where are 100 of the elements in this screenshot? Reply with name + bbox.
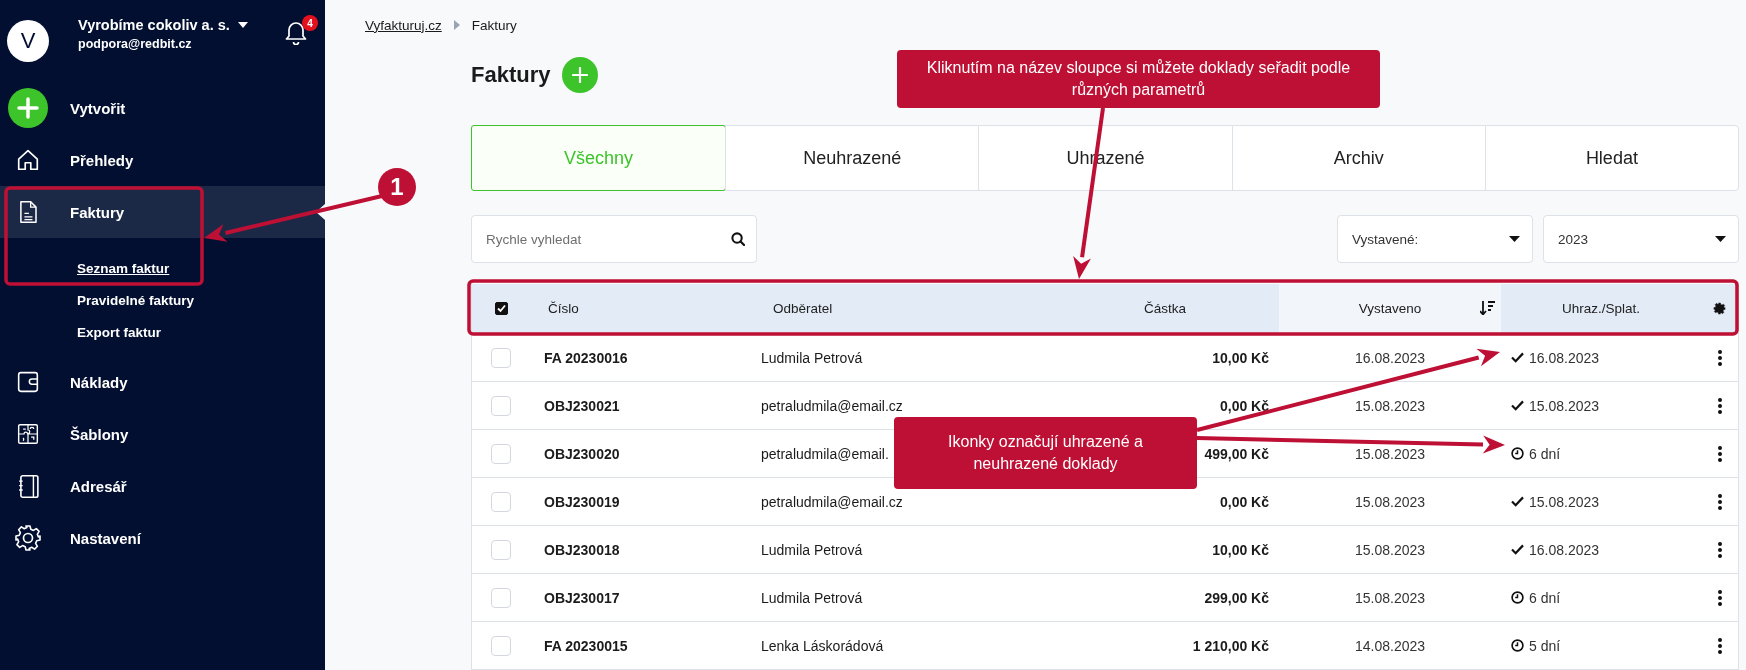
row-checkbox[interactable] [491,443,511,464]
chevron-icon [453,20,460,30]
check-icon [1511,352,1524,363]
table-cell: OBJ230019 [544,493,620,510]
row-checkbox[interactable] [491,347,511,368]
table-cell: 6 dní [1529,589,1561,606]
wallet-icon [16,370,40,394]
table-cell: FA 20230015 [544,637,628,654]
page-title: Faktury [471,62,551,88]
home-icon [15,147,41,173]
callout: Ikonky označují uhrazené a neuhrazené doklady [894,417,1197,489]
table-cell: petraludmila@email.cz [761,493,903,510]
table-cell: 10,00 Kč [1212,349,1269,366]
column-header[interactable]: Odběratel [761,284,1051,333]
table-cell: 5 dní [1529,637,1561,654]
table-cell: petraludmila@email. [761,445,889,462]
check-icon [1511,544,1524,555]
kebab-menu-icon[interactable] [1717,397,1722,414]
nav-item[interactable]: Náklady [0,356,325,408]
kebab-menu-icon[interactable] [1717,637,1722,654]
row-checkbox[interactable] [491,635,511,656]
table-cell: Lenka Láskorádová [761,637,884,654]
nav-item[interactable]: Faktury [0,186,325,238]
table-cell: 0,00 Kč [1219,493,1269,510]
clock-icon [1511,591,1524,604]
submenu-item[interactable]: Pravidelné faktury [77,292,195,308]
row-checkbox[interactable] [491,539,511,560]
table-cell: 1 210,00 Kč [1192,637,1269,654]
step-badge: 1 [378,168,416,206]
nav-item[interactable]: Adresář [0,460,325,512]
caret-icon [1509,236,1520,242]
kebab-menu-icon[interactable] [1717,349,1722,366]
table-cell: 15.08.2023 [1529,493,1600,510]
plus-icon [8,88,48,128]
table-cell: OBJ230021 [544,397,620,414]
submenu-item[interactable]: Export faktur [77,324,161,340]
table-cell: 15.08.2023 [1354,493,1426,510]
caret-icon [1715,236,1726,242]
kebab-menu-icon[interactable] [1717,541,1722,558]
plus-icon [572,67,589,83]
kebab-menu-icon[interactable] [1717,493,1722,510]
submenu-item[interactable]: Seznam faktur [77,260,170,276]
column-header[interactable]: Uhraz./Splat. [1501,284,1701,333]
table-cell: Ludmila Petrová [761,589,863,606]
notification-badge: 4 [302,15,318,31]
kebab-menu-icon[interactable] [1717,589,1722,606]
tab[interactable]: Hledat [1484,126,1738,190]
bell-icon[interactable] [284,20,308,45]
dropdown[interactable]: Vystavené: [1337,215,1533,263]
table-cell: OBJ230018 [544,541,620,558]
table-cell: FA 20230016 [544,349,628,366]
column-header[interactable]: Částka [1051,284,1279,333]
column-header[interactable]: Číslo [536,284,761,333]
search-icon [731,232,745,246]
account-email: podpora@redbit.cz [78,37,193,51]
table-cell: petraludmila@email.cz [761,397,903,414]
clock-icon [1511,447,1524,460]
table-cell: Ludmila Petrová [761,541,863,558]
row-checkbox[interactable] [491,587,511,608]
table-cell: Ludmila Petrová [761,349,863,366]
table-cell: 6 dní [1529,445,1561,462]
dropdown[interactable]: 2023 [1543,215,1739,263]
tab[interactable]: Neuhrazené [725,126,979,190]
nav-item[interactable]: Šablony [0,408,325,460]
nav-item[interactable]: Vytvořit [0,82,325,134]
row-checkbox[interactable] [491,491,511,512]
tab[interactable]: Archiv [1231,126,1485,190]
nav-item[interactable]: Přehledy [0,134,325,186]
table-cell: 15.08.2023 [1354,541,1426,558]
table-cell: 14.08.2023 [1354,637,1426,654]
table-cell: 16.08.2023 [1529,349,1600,366]
breadcrumb-link[interactable]: Vyfakturuj.cz [365,17,442,33]
sort-icon[interactable] [1480,301,1495,315]
table-cell: 299,00 Kč [1204,589,1269,606]
table-cell: 16.08.2023 [1354,349,1426,366]
table-cell: 499,00 Kč [1204,445,1269,462]
table-cell: 15.08.2023 [1354,589,1426,606]
select-all-checkbox[interactable] [495,302,508,315]
column-header[interactable]: Vystaveno [1279,284,1501,333]
callout: Kliknutím na název sloupce si můžete doklady seřadit podle různých parametrů [897,50,1380,108]
table-cell: OBJ230017 [544,589,620,606]
check-icon [1511,400,1524,411]
caret-icon[interactable] [237,22,248,28]
table-cell: 10,00 Kč [1212,541,1269,558]
nav-item[interactable]: Nastavení [0,512,325,564]
row-checkbox[interactable] [491,395,511,416]
clock-icon [1511,639,1524,652]
search-field[interactable]: Rychle vyhledat [471,215,757,263]
puzzle-icon [16,422,40,446]
company-name[interactable]: Vyrobíme cokoliv a. s. [78,17,230,33]
table-cell: OBJ230020 [544,445,620,462]
kebab-menu-icon[interactable] [1717,445,1722,462]
settings-icon[interactable] [1713,302,1726,315]
table-cell: 0,00 Kč [1219,397,1269,414]
table-cell: 15.08.2023 [1529,397,1600,414]
settings-icon [14,524,42,552]
breadcrumb-current: Faktury [471,17,517,33]
avatar[interactable]: V [7,20,49,62]
table-cell: 15.08.2023 [1354,397,1426,414]
table-cell: 15.08.2023 [1354,445,1426,462]
